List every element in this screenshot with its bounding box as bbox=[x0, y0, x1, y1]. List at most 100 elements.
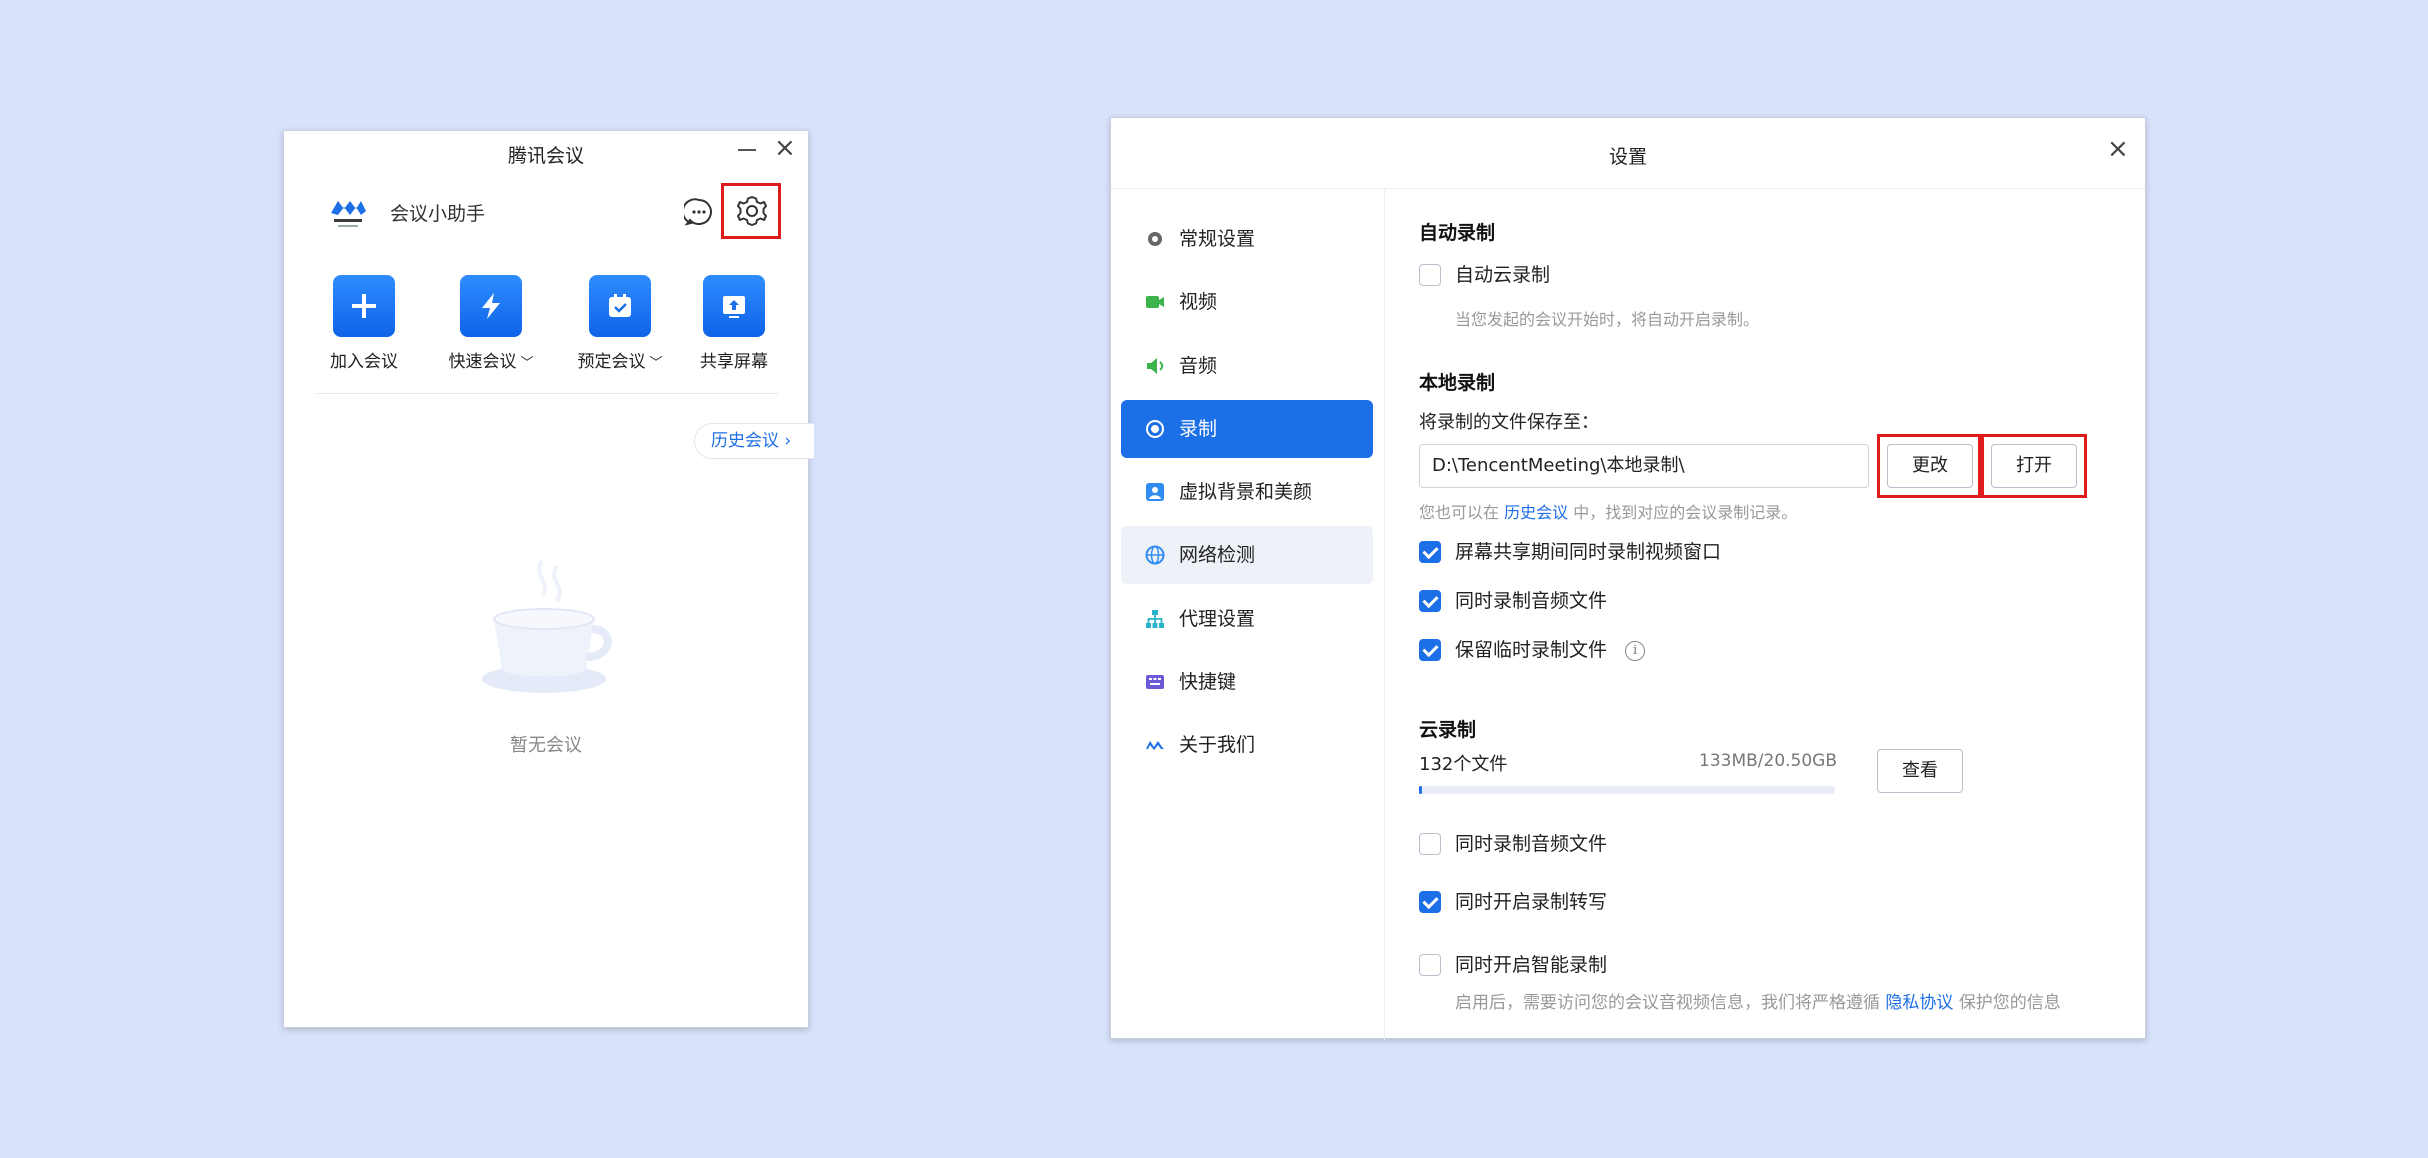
network-tree-icon bbox=[1146, 610, 1164, 628]
keyboard-icon bbox=[1146, 675, 1164, 689]
history-meetings-button[interactable]: 历史会议 › bbox=[694, 423, 814, 459]
save-path-field[interactable]: D:\TencentMeeting\本地录制\ bbox=[1419, 444, 1869, 488]
sidebar-item-about[interactable]: 关于我们 bbox=[1121, 716, 1373, 774]
option-label: 同时录制音频文件 bbox=[1455, 833, 1608, 855]
option-label: 屏幕共享期间同时录制视频窗口 bbox=[1455, 541, 1722, 563]
option-label: 保留临时录制文件 bbox=[1455, 639, 1608, 661]
checkbox[interactable] bbox=[1419, 639, 1441, 661]
sidebar-item-shortcuts[interactable]: 快捷键 bbox=[1121, 653, 1373, 711]
action-label: 共享屏幕 bbox=[700, 352, 768, 372]
action-label: 预定会议 bbox=[577, 352, 646, 372]
gear-icon bbox=[1148, 232, 1162, 246]
smart-record-option[interactable]: 同时开启智能录制 bbox=[1419, 952, 1607, 978]
sidebar-item-label: 音频 bbox=[1179, 355, 1218, 377]
minimize-button[interactable] bbox=[738, 149, 756, 151]
storage-progress-fill bbox=[1419, 786, 1423, 794]
record-screen-share-option[interactable]: 屏幕共享期间同时录制视频窗口 bbox=[1419, 539, 1721, 565]
sidebar-item-label: 视频 bbox=[1179, 291, 1218, 313]
schedule-meeting-action[interactable]: 预定会议 ﹀ bbox=[570, 275, 670, 372]
history-hint: 您也可以在 历史会议 中，找到对应的会议录制记录。 bbox=[1419, 499, 1797, 523]
section-title-cloud-record: 云录制 bbox=[1419, 719, 1477, 741]
quick-actions: 加入会议 快速会议 ﹀ 预定会议 ﹀ 共享屏幕 bbox=[314, 275, 784, 375]
history-meetings-link[interactable]: 历史会议 bbox=[1504, 503, 1568, 522]
quick-meeting-action[interactable]: 快速会议 ﹀ bbox=[441, 275, 541, 372]
privacy-policy-link[interactable]: 隐私协议 bbox=[1885, 993, 1953, 1013]
chevron-down-icon[interactable]: ﹀ bbox=[520, 352, 533, 371]
keep-temp-files-option[interactable]: 保留临时录制文件 i bbox=[1419, 637, 1646, 663]
record-audio-file-option[interactable]: 同时录制音频文件 bbox=[1419, 588, 1607, 614]
hint-text: 中，找到对应的会议录制记录。 bbox=[1573, 503, 1798, 522]
calendar-check-icon bbox=[589, 275, 651, 337]
checkbox[interactable] bbox=[1419, 954, 1441, 976]
sidebar-item-label: 虚拟背景和美颜 bbox=[1179, 481, 1313, 503]
globe-icon bbox=[1145, 545, 1165, 565]
lightning-icon bbox=[460, 275, 522, 337]
assistant-label[interactable]: 会议小助手 bbox=[390, 199, 485, 226]
hint-text: 保护您的信息 bbox=[1958, 993, 2061, 1013]
cloud-storage-usage: 133MB/20.50GB bbox=[1699, 751, 1838, 771]
auto-record-hint: 当您发起的会议开始时，将自动开启录制。 bbox=[1455, 310, 1760, 329]
cloud-record-transcript-option[interactable]: 同时开启录制转写 bbox=[1419, 889, 1607, 915]
view-cloud-files-button[interactable]: 查看 bbox=[1877, 749, 1963, 793]
cloud-file-count: 132个文件 bbox=[1419, 754, 1508, 775]
settings-window: 设置 × 常规设置 视频 音频 录制 虚拟背景和美颜 网络检测 代理设置 快捷键… bbox=[1110, 117, 2146, 1040]
sidebar-item-virtual-background[interactable]: 虚拟背景和美颜 bbox=[1121, 463, 1373, 521]
change-path-button[interactable]: 更改 bbox=[1887, 444, 1973, 488]
window-title: 设置 bbox=[1608, 146, 1647, 168]
speaker-icon bbox=[1147, 358, 1164, 374]
portrait-icon bbox=[1146, 483, 1164, 501]
divider bbox=[1111, 188, 2145, 189]
open-folder-button[interactable]: 打开 bbox=[1991, 444, 2077, 488]
hint-text: 您也可以在 bbox=[1419, 503, 1500, 522]
auto-cloud-record-option[interactable]: 自动云录制 bbox=[1419, 262, 1550, 288]
sidebar-item-general[interactable]: 常规设置 bbox=[1121, 210, 1373, 268]
checkbox[interactable] bbox=[1419, 891, 1441, 913]
checkbox[interactable] bbox=[1419, 833, 1441, 855]
history-label: 历史会议 bbox=[711, 431, 779, 451]
sidebar-item-label: 快捷键 bbox=[1179, 671, 1237, 693]
hint-text: 启用后，需要访问您的会议音视频信息，我们将严格遵循 bbox=[1455, 993, 1880, 1013]
empty-cup-illustration bbox=[482, 559, 612, 693]
smart-record-hint: 启用后，需要访问您的会议音视频信息，我们将严格遵循 隐私协议 保护您的信息 bbox=[1455, 988, 2115, 1019]
sidebar-item-recording[interactable]: 录制 bbox=[1121, 400, 1373, 458]
divider bbox=[1384, 189, 1385, 1040]
checkbox[interactable] bbox=[1419, 541, 1441, 563]
close-button[interactable]: × bbox=[774, 135, 796, 161]
sidebar-item-proxy[interactable]: 代理设置 bbox=[1121, 590, 1373, 648]
option-label: 同时开启智能录制 bbox=[1455, 954, 1608, 976]
section-title-local-record: 本地录制 bbox=[1419, 372, 1496, 394]
sidebar-item-label: 关于我们 bbox=[1179, 734, 1256, 756]
divider bbox=[316, 393, 778, 394]
share-screen-icon bbox=[703, 275, 765, 337]
checkbox[interactable] bbox=[1419, 590, 1441, 612]
action-label: 快速会议 bbox=[448, 352, 517, 372]
cloud-record-audio-option[interactable]: 同时录制音频文件 bbox=[1419, 831, 1607, 857]
share-screen-action[interactable]: 共享屏幕 bbox=[684, 275, 784, 372]
close-button[interactable]: × bbox=[2107, 136, 2129, 162]
chevron-down-icon[interactable]: ﹀ bbox=[649, 352, 662, 371]
video-icon bbox=[1146, 296, 1164, 308]
sidebar-item-video[interactable]: 视频 bbox=[1121, 273, 1373, 331]
option-label: 同时开启录制转写 bbox=[1455, 891, 1608, 913]
meeting-main-window: 腾讯会议 × 会议小助手 加入会议 快速会议 ﹀ 预定会议 ﹀ 共享屏幕 历史会… bbox=[283, 130, 814, 1028]
sidebar-item-audio[interactable]: 音频 bbox=[1121, 337, 1373, 395]
sidebar-item-network-test[interactable]: 网络检测 bbox=[1121, 526, 1373, 584]
checkbox[interactable] bbox=[1419, 264, 1441, 286]
record-icon bbox=[1146, 420, 1164, 438]
join-meeting-action[interactable]: 加入会议 bbox=[314, 275, 414, 372]
sidebar-item-label: 录制 bbox=[1179, 418, 1218, 440]
option-label: 同时录制音频文件 bbox=[1455, 590, 1608, 612]
empty-state-text: 暂无会议 bbox=[510, 735, 582, 756]
sidebar-item-label: 代理设置 bbox=[1179, 608, 1256, 630]
window-title: 腾讯会议 bbox=[507, 145, 584, 167]
section-title-auto-record: 自动录制 bbox=[1419, 222, 1496, 244]
tencent-meeting-logo-icon bbox=[331, 201, 366, 227]
info-icon[interactable]: i bbox=[1625, 640, 1646, 661]
sidebar-item-label: 网络检测 bbox=[1179, 544, 1256, 566]
action-label: 加入会议 bbox=[330, 352, 398, 372]
chat-bubble-icon[interactable] bbox=[684, 197, 714, 227]
gear-icon[interactable] bbox=[736, 195, 768, 227]
plus-icon bbox=[333, 275, 395, 337]
save-location-label: 将录制的文件保存至： bbox=[1419, 412, 1599, 433]
tencent-meeting-logo-icon bbox=[1146, 741, 1164, 750]
